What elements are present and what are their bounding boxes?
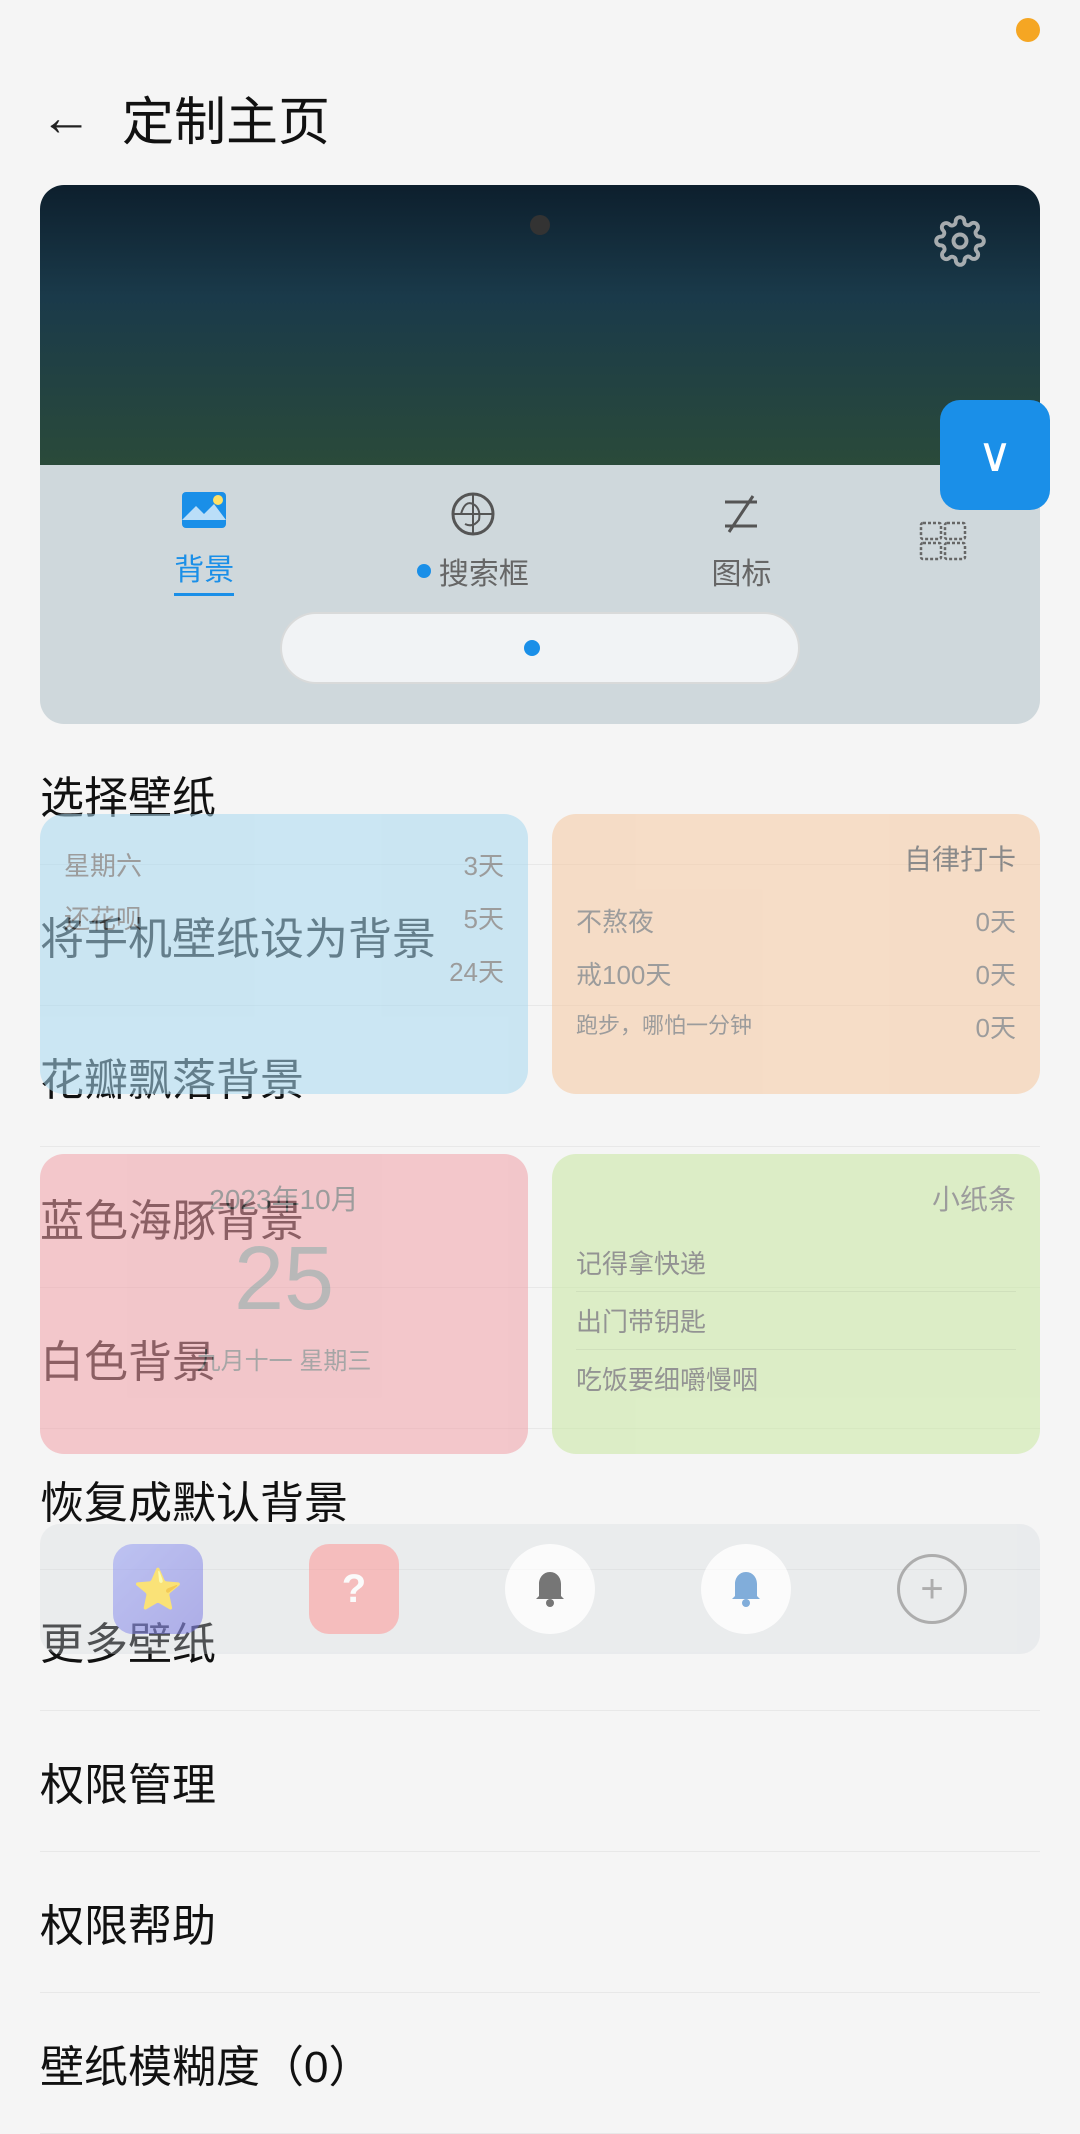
icons-tab-icon (711, 489, 771, 539)
search-tab-dot (417, 564, 431, 578)
preview-section: 背景 搜索框 (40, 185, 1040, 724)
menu-item-permission-manage[interactable]: 权限管理 (40, 1711, 1040, 1852)
page-title: 定制主页 (122, 80, 330, 155)
tabs-row: 背景 搜索框 (70, 485, 1010, 596)
menu-item-wallpaper-blur[interactable]: 壁纸模糊度（0） (40, 1993, 1040, 2134)
menu-list: 选择壁纸 将手机壁纸设为背景 花瓣飘落背景 蓝色海豚背景 白色背景 恢复成默认背… (0, 724, 1080, 2134)
search-box-preview (280, 612, 800, 684)
layout-tab-icon (913, 516, 973, 566)
tab-search[interactable]: 搜索框 (339, 489, 608, 593)
menu-item-white-bg[interactable]: 白色背景 (40, 1288, 1040, 1429)
menu-item-choose-wallpaper[interactable]: 选择壁纸 (40, 724, 1040, 865)
icons-tab-label: 图标 (711, 549, 771, 593)
menu-item-set-phone-wallpaper[interactable]: 将手机壁纸设为背景 (40, 865, 1040, 1006)
camera-dot (530, 215, 550, 235)
search-tab-label: 搜索框 (439, 549, 529, 593)
menu-item-permission-help[interactable]: 权限帮助 (40, 1852, 1040, 1993)
status-indicator (1016, 18, 1040, 42)
status-bar (0, 0, 1080, 60)
expand-button[interactable]: ∨ (940, 400, 1040, 510)
search-box-dot (524, 640, 540, 656)
back-button[interactable]: ← (40, 88, 92, 148)
menu-item-petal-bg[interactable]: 花瓣飘落背景 (40, 1006, 1040, 1147)
gear-icon[interactable] (934, 215, 990, 271)
preview-background (40, 185, 1040, 465)
background-tab-label: 背景 (174, 545, 234, 596)
tab-layout[interactable] (876, 516, 1010, 566)
menu-item-restore-default[interactable]: 恢复成默认背景 (40, 1429, 1040, 1570)
page-header: ← 定制主页 (0, 60, 1080, 185)
search-box-row (70, 612, 1010, 684)
background-tab-icon (174, 485, 234, 535)
menu-item-more-wallpaper[interactable]: 更多壁纸 (40, 1570, 1040, 1711)
preview-frame: 背景 搜索框 (40, 185, 1040, 724)
tabs-panel: 背景 搜索框 (40, 465, 1040, 724)
menu-item-dolphin-bg[interactable]: 蓝色海豚背景 (40, 1147, 1040, 1288)
search-tab-icon (443, 489, 503, 539)
tab-icons[interactable]: 图标 (607, 489, 876, 593)
chevron-down-icon: ∨ (977, 427, 1012, 483)
tab-background[interactable]: 背景 (70, 485, 339, 596)
